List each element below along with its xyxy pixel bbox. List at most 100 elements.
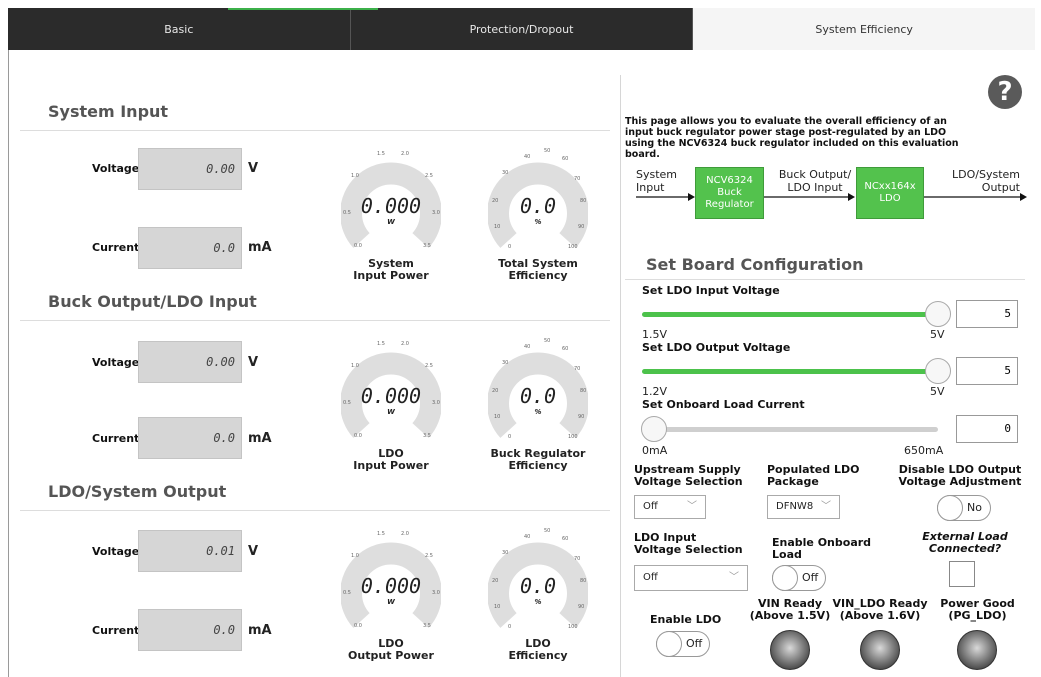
gauge-value: 0.000 bbox=[360, 574, 422, 598]
slider-min-label: 1.2V bbox=[642, 385, 668, 398]
ldo-output-voltage-input[interactable]: 5 bbox=[956, 357, 1018, 385]
ldo-efficiency-gauge: 40 50 60 30 70 20 80 10 90 0 100 0.0 % bbox=[487, 526, 589, 636]
unit-v: V bbox=[248, 161, 259, 176]
tab-basic[interactable]: Basic bbox=[8, 8, 351, 50]
gauge-caption-buck-efficiency: Buck Regulator Efficiency bbox=[478, 448, 598, 472]
onboard-load-current-input[interactable]: 0 bbox=[956, 415, 1018, 443]
block-text: NCxx164x bbox=[864, 181, 916, 192]
toggle-knob bbox=[937, 495, 963, 521]
buck-efficiency-gauge: 40 50 60 30 70 20 80 10 90 0 100 0.0 % bbox=[487, 336, 589, 446]
populated-package-label: Populated LDO Package bbox=[767, 464, 859, 488]
upstream-supply-select[interactable]: Off ﹀ bbox=[634, 495, 706, 519]
gauge-tick: 40 bbox=[524, 344, 531, 350]
vin-ldo-ready-label: VIN_LDO Ready (Above 1.6V) bbox=[830, 598, 930, 622]
enable-ldo-label: Enable LDO bbox=[650, 613, 722, 626]
gauge-caption-ldo-input-power: LDO Input Power bbox=[331, 448, 451, 472]
gauge-tick: 60 bbox=[562, 536, 569, 542]
gauge-caption-line: Input Power bbox=[353, 459, 429, 472]
gauge-tick: 0 bbox=[508, 434, 512, 440]
unit-v: V bbox=[248, 544, 259, 559]
gauge-tick: 50 bbox=[544, 338, 551, 344]
gauge-unit: % bbox=[534, 408, 542, 416]
enable-onboard-load-toggle[interactable]: Off bbox=[772, 565, 826, 591]
label-current: Current bbox=[92, 241, 140, 254]
gauge-value: 0.0 bbox=[519, 574, 557, 598]
label-line: Voltage Adjustment bbox=[898, 475, 1022, 488]
disable-adjust-toggle[interactable]: No bbox=[937, 495, 991, 521]
block-text: Buck bbox=[717, 187, 742, 198]
enable-ldo-toggle[interactable]: Off bbox=[656, 631, 710, 657]
label-line: (Above 1.6V) bbox=[839, 609, 921, 622]
gauge-caption-line: Efficiency bbox=[508, 459, 568, 472]
label-current: Current bbox=[92, 624, 140, 637]
label-voltage: Voltage bbox=[92, 162, 140, 175]
ldo-input-power-gauge: 1.5 2.0 1.0 2.5 0.5 3.0 0.0 3.5 0.000 W bbox=[340, 336, 442, 446]
gauge-tick: 70 bbox=[574, 556, 581, 562]
board-config-title: Set Board Configuration bbox=[646, 255, 864, 274]
toggle-state: Off bbox=[802, 571, 819, 584]
label-line: (PG_LDO) bbox=[948, 609, 1007, 622]
diagram-buck-output-label: Buck Output/ LDO Input bbox=[770, 168, 860, 194]
slider-max-label: 650mA bbox=[904, 444, 944, 457]
onboard-load-current-label: Set Onboard Load Current bbox=[642, 398, 805, 411]
tab-hover-indicator bbox=[228, 8, 378, 10]
select-value: Off bbox=[643, 572, 658, 583]
unit-ma: mA bbox=[248, 431, 272, 446]
ldo-output-power-gauge: 1.5 2.0 1.0 2.5 0.5 3.0 0.0 3.5 0.000 W bbox=[340, 526, 442, 636]
onboard-load-current-slider-handle[interactable] bbox=[641, 416, 667, 442]
select-value: Off bbox=[643, 501, 658, 512]
label-line: Load bbox=[772, 548, 802, 561]
unit-ma: mA bbox=[248, 240, 272, 255]
label-line: (Above 1.5V) bbox=[749, 609, 831, 622]
ldo-input-voltage-slider-handle[interactable] bbox=[925, 301, 951, 327]
tab-system-efficiency[interactable]: System Efficiency bbox=[693, 8, 1036, 50]
gauge-tick: 0.0 bbox=[354, 623, 362, 629]
ldo-block: NCxx164x LDO bbox=[856, 167, 924, 219]
chevron-down-icon: ﹀ bbox=[821, 501, 831, 512]
onboard-load-current-track[interactable] bbox=[642, 427, 938, 432]
diagram-text: LDO/System bbox=[952, 168, 1020, 181]
unit-v: V bbox=[248, 355, 259, 370]
gauge-unit: % bbox=[534, 598, 542, 606]
gauge-tick: 30 bbox=[502, 360, 509, 366]
populated-package-select[interactable]: DFNW8 ﹀ bbox=[767, 495, 840, 519]
power-good-led bbox=[957, 630, 997, 670]
gauge-tick: 30 bbox=[502, 550, 509, 556]
gauge-caption-line: Efficiency bbox=[508, 649, 568, 662]
help-icon[interactable]: ? bbox=[988, 75, 1022, 109]
ldo-output-voltage-track[interactable] bbox=[642, 369, 938, 374]
slider-min-label: 1.5V bbox=[642, 328, 668, 341]
vin-ready-led bbox=[770, 630, 810, 670]
ldo-input-voltage-selection-label: LDO Input Voltage Selection bbox=[634, 532, 743, 556]
diagram-text: Output bbox=[981, 181, 1020, 194]
gauge-tick: 3.5 bbox=[423, 433, 431, 439]
ldo-output-current-display: 0.0 bbox=[138, 609, 242, 651]
total-efficiency-gauge: 40 50 60 30 70 20 80 10 90 0 100 0.0 % bbox=[487, 146, 589, 256]
block-text: LDO bbox=[879, 193, 901, 204]
vin-ldo-ready-led bbox=[860, 630, 900, 670]
gauge-tick: 60 bbox=[562, 346, 569, 352]
gauge-tick: 100 bbox=[568, 624, 578, 630]
slider-max-label: 5V bbox=[930, 328, 945, 341]
label-line: Voltage Selection bbox=[634, 543, 743, 556]
section-title-ldo-output: LDO/System Output bbox=[48, 482, 227, 501]
ldo-input-voltage-input[interactable]: 5 bbox=[956, 300, 1018, 328]
external-load-label: External Load Connected? bbox=[910, 531, 1020, 555]
ldo-output-voltage-slider-handle[interactable] bbox=[925, 358, 951, 384]
buck-regulator-block: NCV6324 Buck Regulator bbox=[695, 167, 764, 219]
toggle-state: Off bbox=[686, 637, 703, 650]
gauge-tick: 0.0 bbox=[354, 433, 362, 439]
gauge-tick: 1.0 bbox=[351, 173, 359, 179]
gauge-tick: 2.0 bbox=[401, 151, 409, 157]
gauge-tick: 70 bbox=[574, 366, 581, 372]
external-load-checkbox[interactable] bbox=[949, 561, 975, 587]
gauge-tick: 40 bbox=[524, 534, 531, 540]
ldo-input-voltage-select[interactable]: Off ﹀ bbox=[634, 565, 748, 591]
unit-ma: mA bbox=[248, 623, 272, 638]
ldo-input-voltage-track[interactable] bbox=[642, 312, 938, 317]
section-divider bbox=[20, 320, 610, 321]
gauge-tick: 2.5 bbox=[425, 553, 433, 559]
tab-protection-dropout[interactable]: Protection/Dropout bbox=[351, 8, 694, 50]
gauge-tick: 50 bbox=[544, 528, 551, 534]
system-input-voltage-display: 0.00 bbox=[138, 148, 242, 190]
